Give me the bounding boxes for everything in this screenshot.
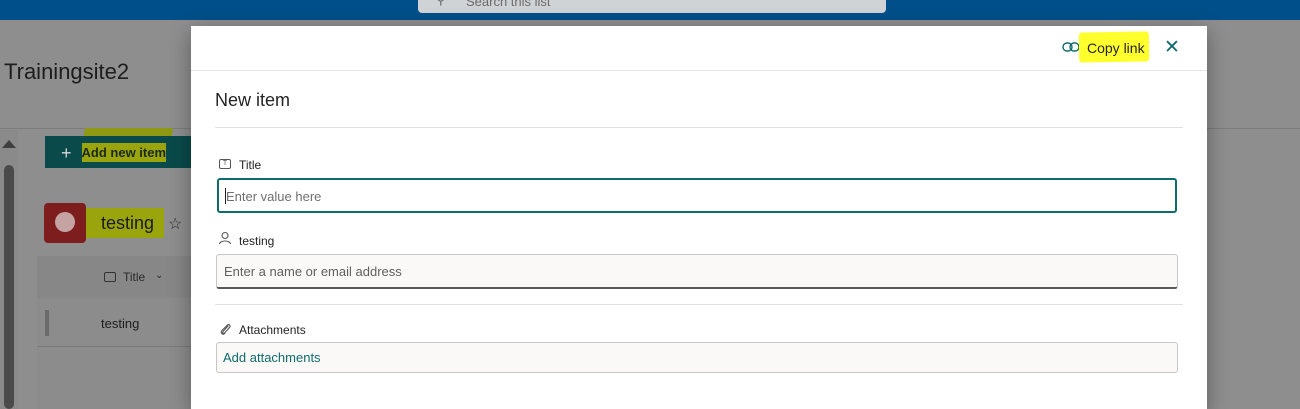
star-icon[interactable]: ☆ [168,214,182,234]
person-picker-input[interactable]: Enter a name or email address [216,254,1178,289]
dialog-header [191,26,1207,71]
piggy-bank-icon [55,212,75,232]
copy-link-button[interactable]: Copy link [1087,40,1145,56]
text-field-icon [104,272,116,282]
column-header-title[interactable]: Title [123,270,145,284]
title-input[interactable]: Enter value here [217,178,1177,213]
add-new-item-button[interactable]: + Add new item [45,136,191,168]
add-attachments-button[interactable]: Add attachments [216,342,1178,373]
dialog-title: New item [215,90,291,110]
title-field-label: Title [239,158,262,172]
row-divider [37,346,197,347]
list-title[interactable]: testing [86,208,164,238]
search-icon: ⚲ [436,0,446,8]
text-caret [225,188,226,204]
paperclip-icon [220,324,231,335]
scroll-up-arrow[interactable] [2,140,16,148]
new-item-dialog: Copy link ✕ New item T Title Enter value… [191,26,1207,409]
link-icon[interactable] [1062,39,1080,55]
person-icon [218,231,232,245]
chevron-down-icon[interactable]: ⌄ [155,270,163,281]
close-icon[interactable]: ✕ [1161,38,1183,58]
text-field-icon: T [219,159,231,169]
list-logo [44,203,86,243]
site-title[interactable]: Trainingsite2 [4,59,129,85]
list-column-header-row [37,256,197,298]
list-search-box[interactable]: ⚲ Search this list [418,0,886,13]
row-select-indicator[interactable] [45,310,49,336]
add-new-item-label: Add new item [81,143,167,162]
scrollbar-thumb[interactable] [4,165,14,409]
testing-field-label: testing [239,234,275,248]
title-divider [215,127,1183,128]
table-row[interactable]: testing [101,316,139,331]
attachments-label: Attachments [239,323,306,337]
plus-icon: + [61,143,72,163]
list-search-placeholder: Search this list [466,0,551,9]
section-divider [215,304,1183,305]
